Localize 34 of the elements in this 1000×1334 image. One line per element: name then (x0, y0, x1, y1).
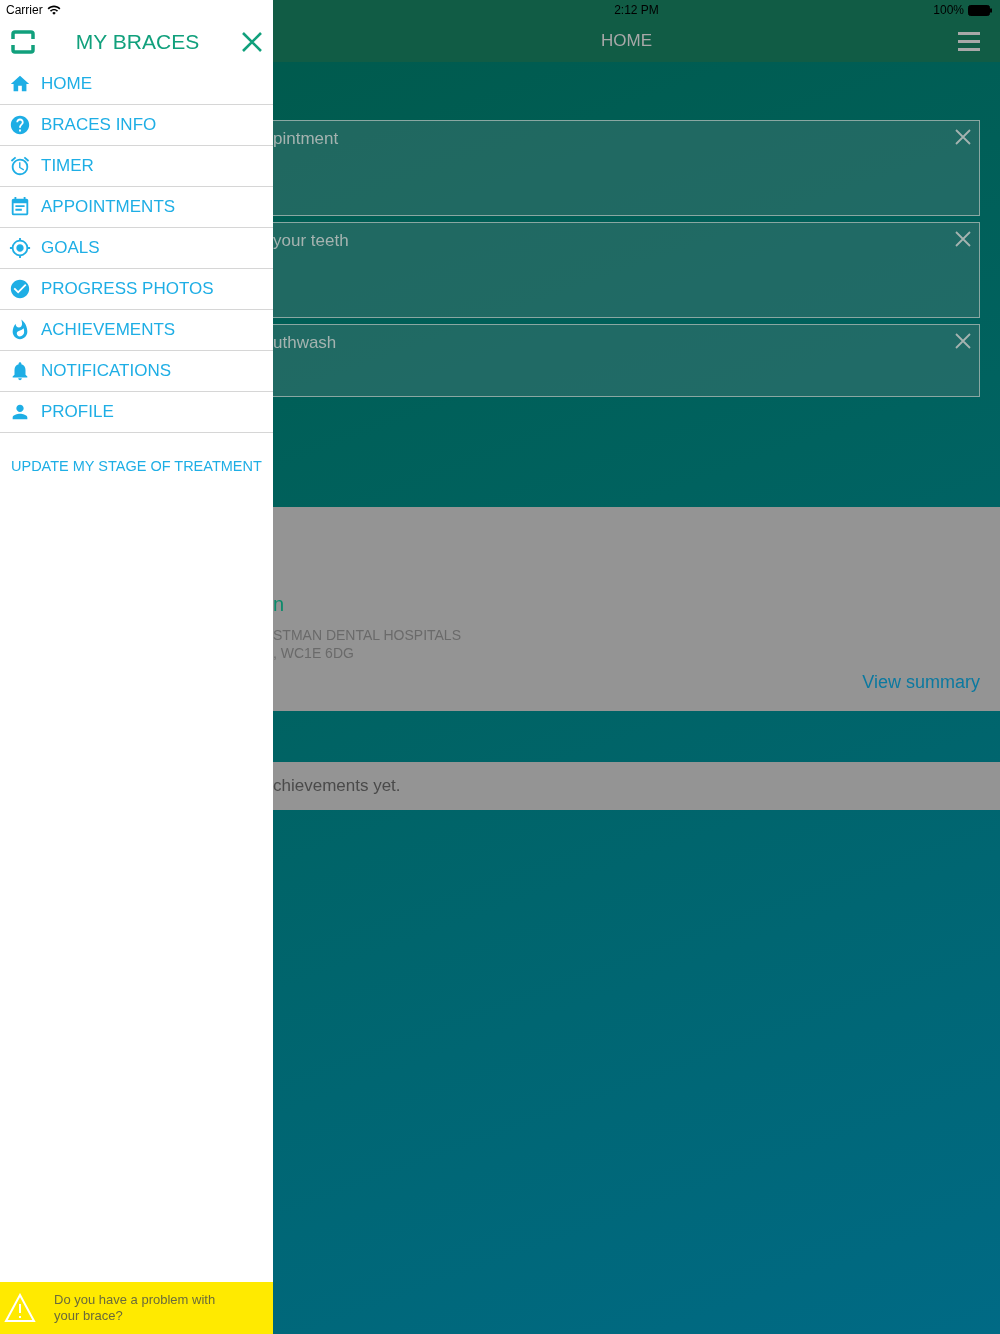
target-icon (9, 237, 31, 259)
calendar-icon (9, 196, 31, 218)
menu-item[interactable]: TIMER (0, 146, 273, 187)
menu-item[interactable]: ACHIEVEMENTS (0, 310, 273, 351)
view-summary-link[interactable]: View summary (862, 672, 980, 693)
menu-item[interactable]: PROGRESS PHOTOS (0, 269, 273, 310)
reminder-text: uthwash (273, 333, 337, 353)
menu-button[interactable] (958, 31, 980, 51)
alarm-clock-icon (9, 155, 31, 177)
question-icon (9, 114, 31, 136)
page-title: HOME (601, 31, 652, 51)
menu-item[interactable]: APPOINTMENTS (0, 187, 273, 228)
menu-item[interactable]: NOTIFICATIONS (0, 351, 273, 392)
menu-item[interactable]: PROFILE (0, 392, 273, 433)
close-icon[interactable] (955, 333, 971, 349)
carrier-label: Carrier (6, 3, 43, 17)
menu-item[interactable]: BRACES INFO (0, 105, 273, 146)
reminder-text: pintment (273, 129, 339, 149)
menu-item[interactable]: HOME (0, 64, 273, 105)
warning-icon (4, 1293, 36, 1323)
menu-item[interactable]: GOALS (0, 228, 273, 269)
wifi-icon (46, 3, 61, 17)
update-treatment-link[interactable]: UPDATE MY STAGE OF TREATMENT (11, 458, 273, 474)
drawer-title: MY BRACES (75, 30, 200, 54)
reminder-text: your teeth (273, 231, 349, 251)
time-label: 2:12 PM (614, 3, 659, 17)
clinic-name: n (273, 593, 286, 616)
battery-icon (968, 4, 992, 16)
achievements-text: chievements yet. (273, 776, 401, 796)
problem-banner[interactable]: Do you have a problem with your brace? (0, 1282, 273, 1334)
battery-label: 100% (933, 3, 964, 17)
brace-logo-icon (10, 30, 36, 54)
close-icon[interactable] (955, 231, 971, 247)
close-icon[interactable] (955, 129, 971, 145)
